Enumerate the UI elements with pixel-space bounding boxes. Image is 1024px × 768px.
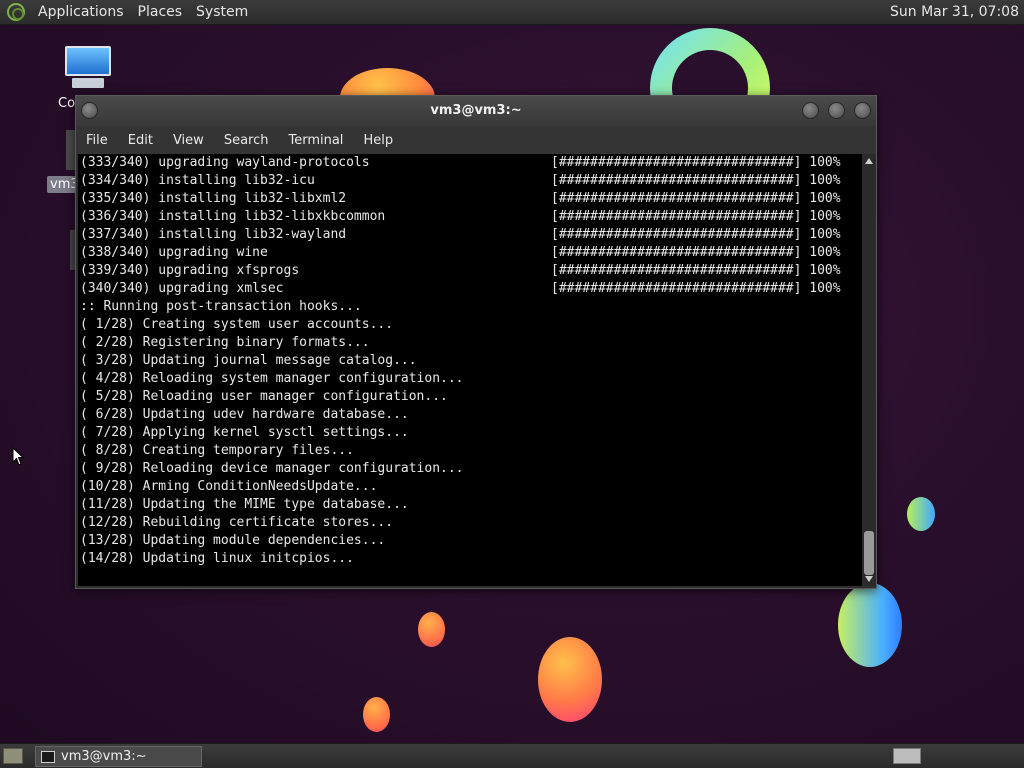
terminal-line-text: (337/340) installing lib32-wayland — [80, 227, 347, 242]
terminal-line-text: ( 9/28) Reloading device manager configu… — [80, 461, 464, 476]
terminal-line: (335/340) installing lib32-libxml2 [#####… — [78, 190, 862, 208]
terminal-progress: [##############################] 100% — [551, 281, 841, 296]
terminal-progress: [##############################] 100% — [551, 227, 841, 242]
terminal-line: :: Running post-transaction hooks... — [78, 298, 862, 316]
terminal-line: (10/28) Arming ConditionNeedsUpdate... — [78, 478, 862, 496]
window-titlebar[interactable]: vm3@vm3:~ — [76, 96, 876, 126]
terminal-line: ( 8/28) Creating temporary files... — [78, 442, 862, 460]
terminal-progress: [##############################] 100% — [551, 245, 841, 260]
menu-view[interactable]: View — [163, 133, 214, 148]
wallpaper-orange-bubble-bottom — [363, 697, 390, 732]
terminal-line: (333/340) upgrading wayland-protocols [##… — [78, 154, 862, 172]
distro-logo-icon[interactable] — [7, 3, 25, 21]
show-desktop-icon[interactable] — [3, 748, 23, 764]
terminal-line: ( 5/28) Reloading user manager configura… — [78, 388, 862, 406]
terminal-line: (13/28) Updating module dependencies... — [78, 532, 862, 550]
terminal-line-text: (12/28) Rebuilding certificate stores... — [80, 515, 394, 530]
terminal-line: (338/340) upgrading wine [###############… — [78, 244, 862, 262]
wallpaper-orange-bubble-large — [538, 637, 602, 722]
menu-search[interactable]: Search — [214, 133, 279, 148]
terminal-output[interactable]: (333/340) upgrading wayland-protocols [##… — [78, 154, 862, 586]
terminal-progress: [##############################] 100% — [551, 155, 841, 170]
terminal-line-text: (14/28) Updating linux initcpios... — [80, 551, 354, 566]
terminal-line: (12/28) Rebuilding certificate stores... — [78, 514, 862, 532]
terminal-icon — [41, 750, 55, 763]
terminal-line-text: ( 2/28) Registering binary formats... — [80, 335, 370, 350]
scrollbar-thumb[interactable] — [864, 531, 874, 575]
terminal-line-text: ( 3/28) Updating journal message catalog… — [80, 353, 417, 368]
taskbar-item-terminal[interactable]: vm3@vm3:~ — [35, 746, 202, 767]
terminal-line-text: ( 1/28) Creating system user accounts... — [80, 317, 394, 332]
menu-edit[interactable]: Edit — [118, 133, 163, 148]
workspace-switcher[interactable] — [893, 748, 921, 764]
maximize-button[interactable] — [828, 102, 845, 119]
terminal-line: ( 1/28) Creating system user accounts... — [78, 316, 862, 334]
close-button[interactable] — [854, 102, 871, 119]
applications-menu[interactable]: Applications — [31, 4, 131, 20]
terminal-line-text: (333/340) upgrading wayland-protocols — [80, 155, 370, 170]
terminal-line-text: (13/28) Updating module dependencies... — [80, 533, 386, 548]
terminal-line: ( 9/28) Reloading device manager configu… — [78, 460, 862, 478]
terminal-line: ( 4/28) Reloading system manager configu… — [78, 370, 862, 388]
terminal-line: ( 7/28) Applying kernel sysctl settings.… — [78, 424, 862, 442]
clock[interactable]: Sun Mar 31, 07:08 — [890, 4, 1019, 20]
scroll-up-icon[interactable] — [865, 158, 873, 164]
terminal-progress: [##############################] 100% — [551, 209, 841, 224]
minimize-button[interactable] — [802, 102, 819, 119]
terminal-line: (14/28) Updating linux initcpios... — [78, 550, 862, 568]
computer-screen — [65, 46, 111, 76]
terminal-line-text: (338/340) upgrading wine — [80, 245, 268, 260]
terminal-line-text: (334/340) installing lib32-icu — [80, 173, 315, 188]
terminal-line: ( 2/28) Registering binary formats... — [78, 334, 862, 352]
terminal-line-text: ( 7/28) Applying kernel sysctl settings.… — [80, 425, 409, 440]
terminal-line-text: (339/340) upgrading xfsprogs — [80, 263, 300, 278]
menu-file[interactable]: File — [76, 133, 118, 148]
terminal-line: (339/340) upgrading xfsprogs [###########… — [78, 262, 862, 280]
bottom-panel: vm3@vm3:~ — [0, 743, 1024, 768]
terminal-window: vm3@vm3:~ File Edit View Search Terminal… — [75, 95, 877, 589]
terminal-line-text: (335/340) installing lib32-libxml2 — [80, 191, 347, 206]
terminal-scrollbar[interactable] — [862, 154, 876, 586]
places-menu[interactable]: Places — [131, 4, 190, 20]
wallpaper-orange-bubble-small — [418, 612, 445, 647]
top-panel: Applications Places System Sun Mar 31, 0… — [0, 0, 1024, 25]
system-menu[interactable]: System — [189, 4, 255, 20]
terminal-line: (340/340) upgrading xmlsec [#############… — [78, 280, 862, 298]
terminal-progress: [##############################] 100% — [551, 173, 841, 188]
wallpaper-small-blue-bubble — [907, 497, 935, 531]
taskbar-item-label: vm3@vm3:~ — [61, 749, 147, 764]
terminal-line-text: ( 6/28) Updating udev hardware database.… — [80, 407, 409, 422]
terminal-progress: [##############################] 100% — [551, 263, 841, 278]
window-title: vm3@vm3:~ — [430, 103, 522, 118]
computer-base — [72, 78, 104, 88]
terminal-progress: [##############################] 100% — [551, 191, 841, 206]
computer-icon[interactable] — [62, 46, 114, 94]
terminal-line-text: :: Running post-transaction hooks... — [80, 299, 362, 314]
terminal-line: (337/340) installing lib32-wayland [#####… — [78, 226, 862, 244]
scroll-down-icon[interactable] — [865, 576, 873, 582]
wallpaper-large-blue-bubble — [838, 583, 902, 667]
menu-terminal[interactable]: Terminal — [278, 133, 353, 148]
terminal-line: (336/340) installing lib32-libxkbcommon [… — [78, 208, 862, 226]
terminal-line-text: ( 8/28) Creating temporary files... — [80, 443, 354, 458]
menu-help[interactable]: Help — [353, 133, 403, 148]
terminal-line-text: (11/28) Updating the MIME type database.… — [80, 497, 409, 512]
terminal-line: (334/340) installing lib32-icu [#########… — [78, 172, 862, 190]
terminal-line-text: (336/340) installing lib32-libxkbcommon — [80, 209, 386, 224]
terminal-line-text: ( 4/28) Reloading system manager configu… — [80, 371, 464, 386]
terminal-line: ( 3/28) Updating journal message catalog… — [78, 352, 862, 370]
mouse-cursor-icon — [12, 447, 24, 466]
terminal-menubar: File Edit View Search Terminal Help — [76, 126, 876, 154]
terminal-line-text: (340/340) upgrading xmlsec — [80, 281, 284, 296]
terminal-line: ( 6/28) Updating udev hardware database.… — [78, 406, 862, 424]
terminal-line-text: ( 5/28) Reloading user manager configura… — [80, 389, 448, 404]
terminal-line-text: (10/28) Arming ConditionNeedsUpdate... — [80, 479, 378, 494]
terminal-line: (11/28) Updating the MIME type database.… — [78, 496, 862, 514]
computer-label[interactable]: Co — [58, 96, 75, 111]
